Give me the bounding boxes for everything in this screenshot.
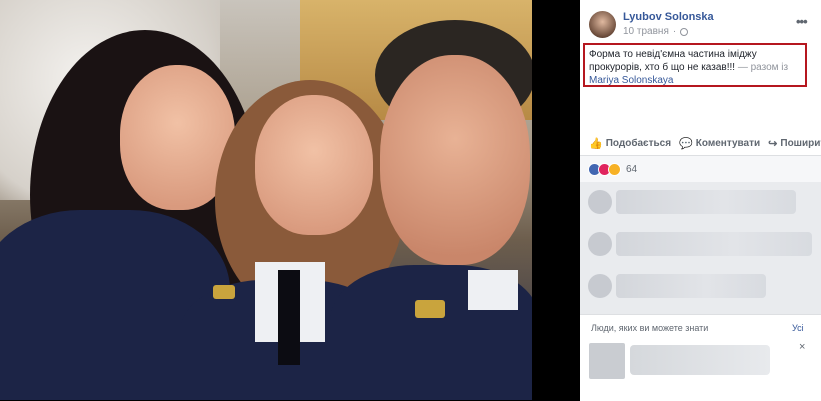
post-side-panel: Lyubov Solonska 10 травня · ••• Форма то… <box>580 0 821 401</box>
reaction-icons <box>588 162 621 176</box>
post-text-highlighted: Форма то невід'ємна частина іміджу проку… <box>583 43 807 87</box>
reaction-count[interactable]: 64 <box>626 164 637 175</box>
share-label: Поширити <box>780 137 821 149</box>
comment-blurred <box>616 232 812 256</box>
comment-avatar-blurred <box>588 190 612 214</box>
comment-blurred <box>616 190 796 214</box>
photo-shirt-right <box>468 270 518 310</box>
comment-button[interactable]: 💬 Коментувати <box>679 137 760 150</box>
share-button[interactable]: ↪ Поширити <box>768 137 821 150</box>
author-avatar[interactable] <box>589 11 616 38</box>
post-text-with: — разом із <box>737 62 789 73</box>
more-options-icon[interactable]: ••• <box>796 14 808 29</box>
photo-badge-right <box>415 300 445 318</box>
wow-reaction-icon <box>608 162 621 176</box>
comment-label: Коментувати <box>695 137 761 149</box>
like-label: Подобається <box>605 137 672 149</box>
people-you-may-know: Люди, яких ви можете знати Усі × <box>580 314 821 401</box>
photo-tie-middle <box>278 270 300 365</box>
comment-avatar-blurred <box>588 274 612 298</box>
pymk-photo-blurred[interactable] <box>589 343 625 379</box>
post-date: 10 травня · <box>623 26 689 37</box>
pymk-name-blurred <box>630 345 770 375</box>
comment-icon: 💬 <box>679 137 693 150</box>
author-name[interactable]: Lyubov Solonska <box>623 11 714 23</box>
share-icon: ↪ <box>768 137 778 150</box>
pymk-see-all-link[interactable]: Усі <box>792 323 804 333</box>
pymk-title: Люди, яких ви можете знати <box>591 323 709 333</box>
post-date-text[interactable]: 10 травня <box>623 26 669 37</box>
like-button[interactable]: 👍 Подобається <box>589 137 671 150</box>
close-icon[interactable]: × <box>799 341 805 353</box>
photo-badge-middle <box>213 285 235 299</box>
post-photo[interactable] <box>0 0 532 400</box>
comment-blurred <box>616 274 766 298</box>
tagged-user-link[interactable]: Mariya Solonskaya <box>589 75 673 86</box>
reactions-bar[interactable]: 64 <box>580 155 821 182</box>
globe-icon <box>680 27 689 36</box>
thumbs-up-icon: 👍 <box>589 137 603 150</box>
post-actions: 👍 Подобається 💬 Коментувати ↪ Поширити <box>580 134 821 152</box>
photo-face-middle <box>255 95 373 235</box>
post-text-main: Форма то невід'ємна частина іміджу проку… <box>589 49 757 73</box>
photo-face-right <box>380 55 530 265</box>
post-card: Lyubov Solonska 10 травня · ••• Форма то… <box>580 0 821 182</box>
comment-avatar-blurred <box>588 232 612 256</box>
